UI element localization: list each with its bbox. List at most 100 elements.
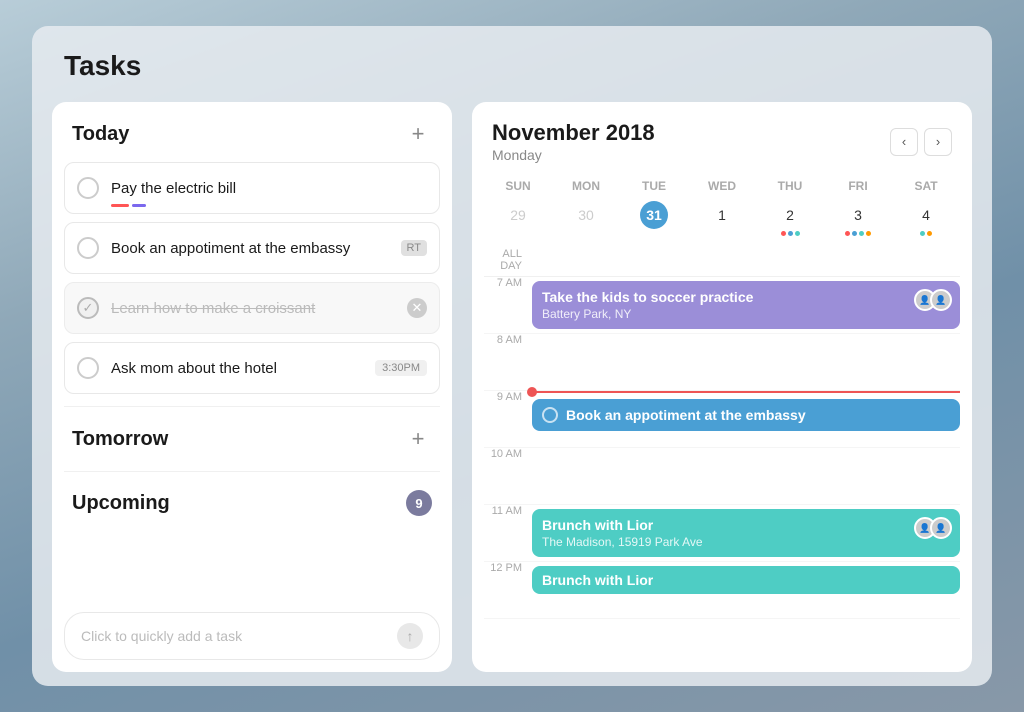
task-text: Ask mom about the hotel — [111, 360, 367, 377]
col-header-sun: SUN — [484, 175, 552, 197]
task-item[interactable]: Pay the electric bill — [64, 162, 440, 214]
time-label-12pm: 12 PM — [484, 562, 532, 574]
col-header-wed: WED — [688, 175, 756, 197]
upcoming-section: Upcoming 9 — [52, 476, 452, 530]
col-header-tue: TUE — [620, 175, 688, 197]
event-title: Brunch with Lior — [542, 572, 950, 588]
task-text-completed: Learn how to make a croissant — [111, 300, 399, 317]
date-cell[interactable]: 2 — [756, 197, 824, 240]
tasks-list: Pay the electric bill Book an appotiment… — [52, 162, 452, 402]
dot-orange — [866, 231, 871, 236]
col-header-fri: FRI — [824, 175, 892, 197]
event-embassy[interactable]: Book an appotiment at the embassy — [532, 399, 960, 431]
calendar-prev-button[interactable]: ‹ — [890, 128, 918, 156]
event-title: Take the kids to soccer practice — [542, 289, 950, 305]
col-header-sat: SAT — [892, 175, 960, 197]
event-subtitle: Battery Park, NY — [542, 307, 950, 321]
dot-blue — [852, 231, 857, 236]
app-title: Tasks — [64, 50, 141, 82]
underline-blue — [132, 204, 146, 207]
badge-time: 3:30PM — [375, 360, 427, 376]
date-cell[interactable]: 1 — [688, 197, 756, 240]
dot-teal — [920, 231, 925, 236]
quick-add-placeholder: Click to quickly add a task — [81, 628, 242, 644]
badge-rt: RT — [401, 240, 427, 256]
quick-add-arrow-icon[interactable]: ↑ — [397, 623, 423, 649]
divider — [64, 471, 440, 472]
tomorrow-add-button[interactable]: + — [404, 425, 432, 453]
dot-red — [845, 231, 850, 236]
time-row-inner: Book an appotiment at the embassy — [532, 391, 960, 447]
time-row-10am: 10 AM — [484, 448, 960, 505]
event-soccer[interactable]: 👤 👤 Take the kids to soccer practice Bat… — [532, 281, 960, 329]
date-dots — [756, 231, 824, 236]
today-add-button[interactable]: + — [404, 120, 432, 148]
time-label-8am: 8 AM — [484, 334, 532, 346]
event-brunch[interactable]: 👤 👤 Brunch with Lior The Madison, 15919 … — [532, 509, 960, 557]
col-header-thu: THU — [756, 175, 824, 197]
date-cell[interactable]: 29 — [484, 197, 552, 240]
date-cell[interactable]: 4 — [892, 197, 960, 240]
event-checkbox[interactable] — [542, 407, 558, 423]
time-row-9am: 9 AM Book an appotiment at the embassy — [484, 391, 960, 448]
time-row-inner — [532, 448, 960, 504]
date-cell-today[interactable]: 31 — [620, 197, 688, 240]
underline-red — [111, 204, 129, 207]
event-title: Book an appotiment at the embassy — [566, 407, 806, 423]
task-text: Pay the electric bill — [111, 180, 427, 197]
task-item-completed[interactable]: Learn how to make a croissant ✕ — [64, 282, 440, 334]
calendar-nav: ‹ › — [890, 128, 952, 156]
divider — [64, 406, 440, 407]
today-label: Today — [72, 123, 129, 146]
task-text: Book an appotiment at the embassy — [111, 240, 393, 257]
calendar-next-button[interactable]: › — [924, 128, 952, 156]
date-cell[interactable]: 30 — [552, 197, 620, 240]
current-time-indicator — [532, 391, 960, 393]
today-section-header: Today + — [52, 102, 452, 162]
calendar-header: November 2018 Monday ‹ › — [472, 102, 972, 167]
time-row-inner: 👤 👤 Take the kids to soccer practice Bat… — [532, 277, 960, 333]
time-row-inner: Brunch with Lior — [532, 562, 960, 618]
task-item[interactable]: Book an appotiment at the embassy RT — [64, 222, 440, 274]
date-dots — [824, 231, 892, 236]
time-label-11am: 11 AM — [484, 505, 532, 517]
date-cell[interactable]: 3 — [824, 197, 892, 240]
calendar-grid: SUN MON TUE WED THU FRI SAT 29 30 31 1 — [472, 167, 972, 244]
date-number: 3 — [844, 201, 872, 229]
time-label-7am: 7 AM — [484, 277, 532, 289]
dot-blue — [788, 231, 793, 236]
calendar-day-name: Monday — [492, 147, 655, 163]
task-checkbox[interactable] — [77, 237, 99, 259]
event-title: Brunch with Lior — [542, 517, 950, 533]
calendar-body: ALL DAY 7 AM 👤 👤 Take the kids to soccer… — [472, 244, 972, 672]
all-day-row: ALL DAY — [484, 244, 960, 277]
close-icon[interactable]: ✕ — [407, 298, 427, 318]
time-row-7am: 7 AM 👤 👤 Take the kids to soccer practic… — [484, 277, 960, 334]
date-number-today: 31 — [640, 201, 668, 229]
event-title-row: Book an appotiment at the embassy — [542, 407, 950, 423]
date-number: 4 — [912, 201, 940, 229]
left-panel: Today + Pay the electric bill Book an ap… — [52, 102, 452, 672]
col-header-mon: MON — [552, 175, 620, 197]
dot-orange — [927, 231, 932, 236]
all-day-label: ALL DAY — [484, 248, 532, 272]
tomorrow-label: Tomorrow — [72, 428, 168, 451]
time-row-11am: 11 AM 👤 👤 Brunch with Lior The Madison, … — [484, 505, 960, 562]
dot-teal — [859, 231, 864, 236]
task-item[interactable]: Ask mom about the hotel 3:30PM — [64, 342, 440, 394]
event-brunch-cont[interactable]: Brunch with Lior — [532, 566, 960, 594]
date-number: 30 — [572, 201, 600, 229]
tomorrow-section: Tomorrow + — [52, 411, 452, 467]
task-checkbox-checked[interactable] — [77, 297, 99, 319]
quick-add-bar[interactable]: Click to quickly add a task ↑ — [64, 612, 440, 660]
date-number: 1 — [708, 201, 736, 229]
task-checkbox[interactable] — [77, 177, 99, 199]
app-container: Tasks Today + Pay the electric bill Book… — [32, 26, 992, 686]
time-row-12pm: 12 PM Brunch with Lior — [484, 562, 960, 619]
dot-teal — [795, 231, 800, 236]
date-number: 2 — [776, 201, 804, 229]
upcoming-count-badge: 9 — [406, 490, 432, 516]
calendar-month: November 2018 — [492, 120, 655, 146]
time-label-10am: 10 AM — [484, 448, 532, 460]
task-checkbox[interactable] — [77, 357, 99, 379]
